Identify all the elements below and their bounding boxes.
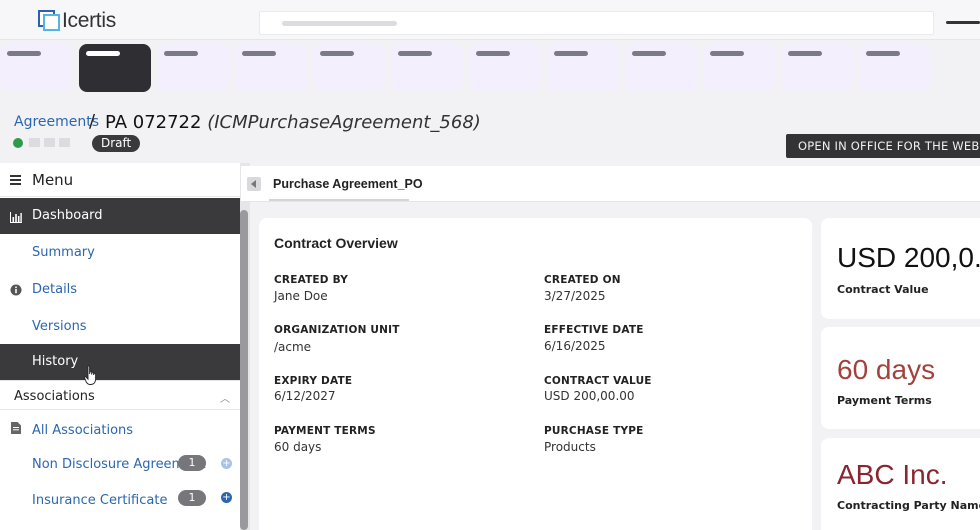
logo-text: Icertis: [62, 9, 116, 32]
status-badge: Draft: [92, 135, 141, 152]
info-icon: [10, 284, 22, 296]
sidebar-item-label: Summary: [32, 245, 95, 260]
chart-icon: [10, 212, 22, 223]
module-tab-active[interactable]: [79, 44, 151, 92]
kpi-value: ABC Inc.: [837, 459, 948, 490]
kpi-card-contracting-party: ABC Inc. Contracting Party Name: [821, 438, 980, 530]
module-tab[interactable]: [157, 44, 229, 92]
status-indicator: [29, 138, 40, 147]
field-value-created-by: Jane Doe: [274, 289, 328, 303]
status-dot-icon: [13, 138, 23, 148]
sidebar-item-summary[interactable]: Summary: [0, 235, 240, 271]
collapse-left-icon[interactable]: [247, 177, 261, 191]
sidebar-item-label: Versions: [32, 319, 87, 334]
module-tab-bar: [0, 44, 980, 92]
sidebar-item-label: Insurance Certificate: [32, 493, 168, 508]
count-badge: 1: [178, 490, 206, 506]
contract-overview-card: Contract Overview CREATED BY Jane Doe CR…: [259, 218, 812, 530]
sidebar-item-all-associations[interactable]: All Associations: [0, 413, 240, 449]
module-tab[interactable]: [469, 44, 541, 92]
sidebar-item-label: All Associations: [32, 423, 134, 438]
field-label-effective-date: EFFECTIVE DATE: [544, 324, 644, 336]
field-label-created-on: CREATED ON: [544, 274, 621, 286]
status-indicator: [59, 138, 70, 147]
module-tab[interactable]: [781, 44, 853, 92]
sidebar-item-label: History: [32, 354, 79, 369]
tab-underline: [269, 199, 409, 201]
tab-purchase-agreement[interactable]: Purchase Agreement_PO: [273, 177, 423, 191]
module-tab[interactable]: [235, 44, 307, 92]
brand-logo[interactable]: Icertis: [38, 8, 116, 34]
kpi-card-payment-terms: 60 days Payment Terms: [821, 327, 980, 429]
document-tab-bar: Purchase Agreement_PO: [241, 166, 980, 202]
status-indicator: [44, 138, 55, 147]
field-value-purchase-type: Products: [544, 440, 596, 454]
field-value-payment-terms: 60 days: [274, 440, 322, 454]
module-tab[interactable]: [313, 44, 385, 92]
kpi-caption: Payment Terms: [837, 394, 932, 407]
search-placeholder-redacted: [282, 21, 397, 26]
card-title: Contract Overview: [274, 235, 398, 251]
field-label-payment-terms: PAYMENT TERMS: [274, 425, 376, 437]
sidebar-item-details[interactable]: Details: [0, 272, 240, 308]
breadcrumb-agreements-link[interactable]: Agreements: [14, 114, 99, 130]
field-value-organization-unit: /acme: [274, 340, 312, 354]
field-label-created-by: CREATED BY: [274, 274, 349, 286]
hamburger-icon[interactable]: [10, 175, 21, 185]
field-label-expiry-date: EXPIRY DATE: [274, 375, 353, 387]
field-value-expiry-date: 6/12/2027: [274, 389, 336, 403]
breadcrumb-separator: /: [89, 111, 96, 132]
hand-cursor-icon: [84, 365, 97, 385]
associations-section-header[interactable]: Associations ︿: [0, 380, 240, 410]
field-label-organization-unit: ORGANIZATION UNIT: [274, 324, 400, 336]
left-sidebar: Menu Dashboard Summary Details Versions …: [0, 163, 240, 530]
sidebar-item-label: Dashboard: [32, 208, 103, 223]
module-tab[interactable]: [703, 44, 775, 92]
chevron-up-icon[interactable]: ︿: [220, 390, 230, 405]
agreement-number: PA 072722: [105, 112, 202, 133]
kpi-caption: Contract Value: [837, 283, 929, 296]
module-tab[interactable]: [0, 44, 72, 92]
kpi-value: USD 200,0.: [837, 242, 980, 273]
logo-mark-icon: [38, 10, 60, 32]
field-label-contract-value: CONTRACT VALUE: [544, 375, 652, 387]
menu-label: Menu: [32, 171, 74, 189]
add-association-icon[interactable]: +: [221, 458, 232, 469]
sidebar-item-dashboard[interactable]: Dashboard: [0, 198, 240, 234]
agreement-code: (ICMPurchaseAgreement_568): [207, 112, 481, 133]
kpi-caption: Contracting Party Name: [837, 499, 980, 512]
sidebar-item-versions[interactable]: Versions: [0, 309, 240, 345]
module-tab[interactable]: [391, 44, 463, 92]
kpi-card-contract-value: USD 200,0. Contract Value: [821, 218, 980, 319]
open-in-office-button[interactable]: OPEN IN OFFICE FOR THE WEB: [786, 134, 980, 158]
sidebar-item-nda[interactable]: Non Disclosure Agreement 1 +: [0, 447, 240, 483]
global-search-input[interactable]: [259, 11, 934, 35]
sidebar-item-label: Details: [32, 282, 78, 297]
add-association-icon[interactable]: +: [221, 492, 232, 503]
menu-header[interactable]: Menu: [0, 163, 240, 197]
page-title: PA 072722 (ICMPurchaseAgreement_568): [105, 112, 481, 133]
document-icon: [11, 422, 21, 434]
kpi-value: 60 days: [837, 354, 936, 385]
field-value-contract-value: USD 200,00.00: [544, 389, 635, 403]
sidebar-item-insurance-certificate[interactable]: Insurance Certificate 1 +: [0, 483, 240, 519]
module-tab[interactable]: [547, 44, 619, 92]
top-menu-icon[interactable]: [946, 21, 980, 24]
module-tab[interactable]: [859, 44, 931, 92]
sidebar-item-history[interactable]: History: [0, 344, 240, 380]
field-value-created-on: 3/27/2025: [544, 289, 606, 303]
field-label-purchase-type: PURCHASE TYPE: [544, 425, 644, 437]
top-header: Icertis: [0, 0, 980, 40]
module-tab[interactable]: [625, 44, 697, 92]
sidebar-scrollbar-thumb[interactable]: [240, 210, 248, 530]
count-badge: 1: [178, 455, 206, 471]
field-value-effective-date: 6/16/2025: [544, 339, 606, 353]
associations-label: Associations: [14, 389, 95, 404]
